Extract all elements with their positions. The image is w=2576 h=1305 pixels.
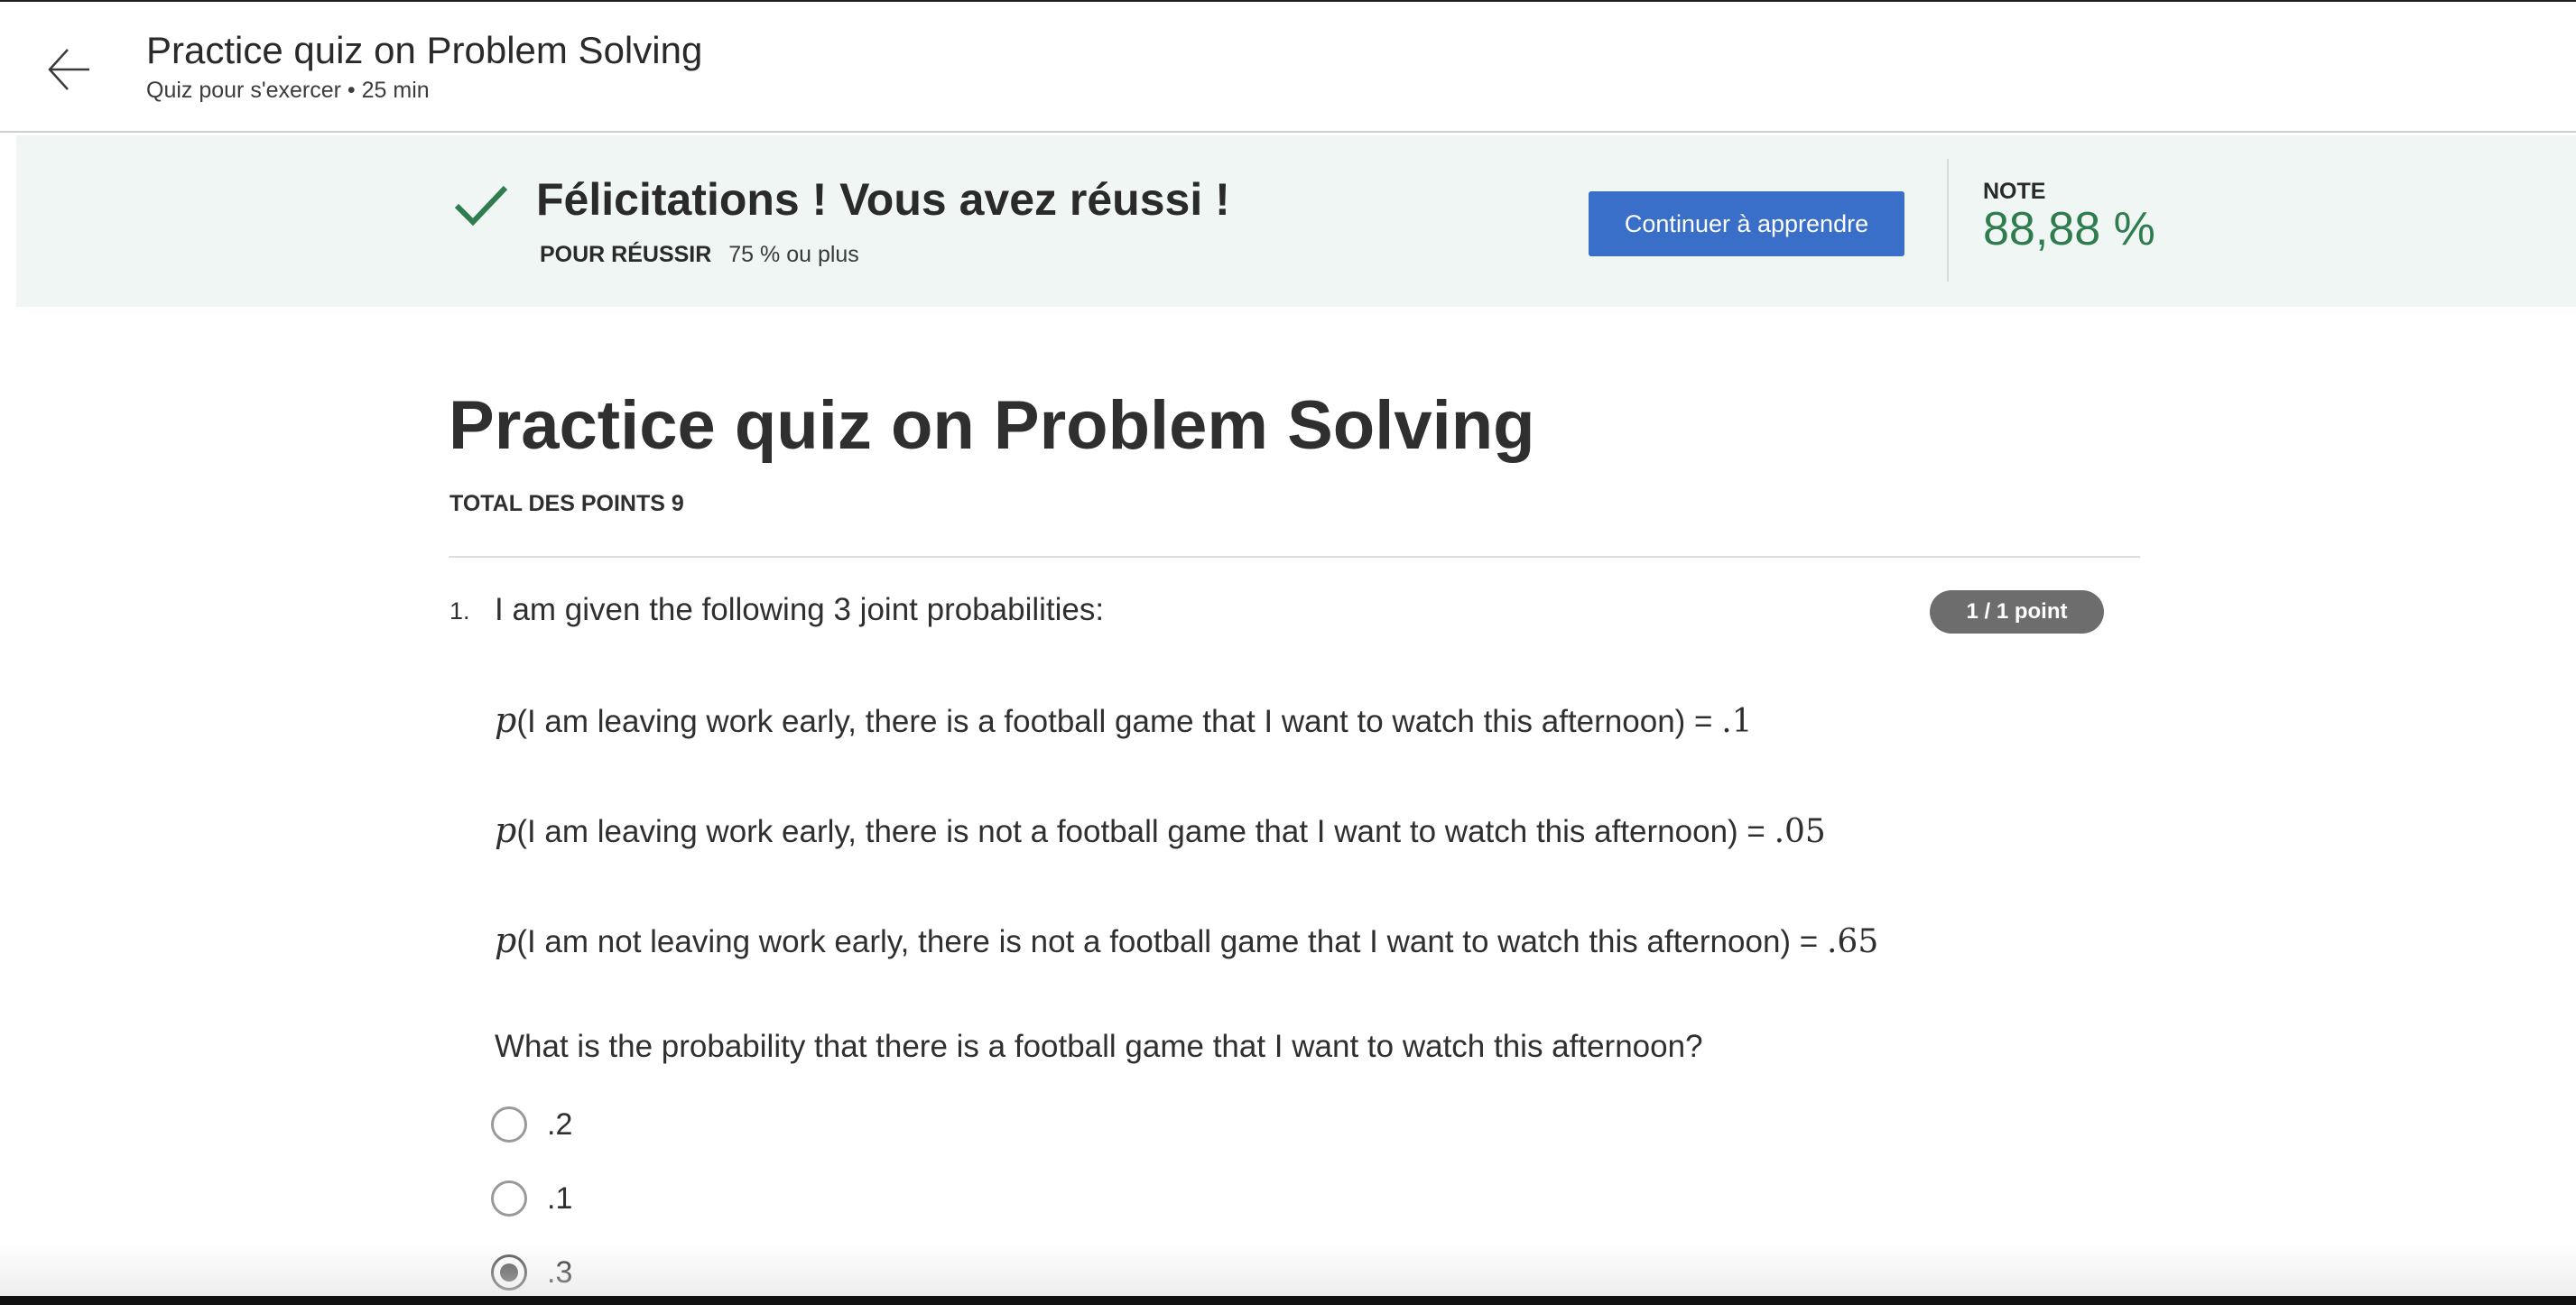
probability-symbol: p [495, 700, 517, 740]
check-icon [454, 185, 508, 227]
probability-symbol: p [495, 921, 517, 960]
quiz-title: Practice quiz on Problem Solving [449, 387, 1535, 464]
question-prompt: What is the probability that there is a … [495, 1029, 1703, 1064]
page-title: Practice quiz on Problem Solving [146, 29, 703, 71]
grade-value: 88,88 % [1983, 203, 2155, 255]
answer-option[interactable]: .1 [491, 1179, 572, 1218]
radio-button[interactable] [491, 1254, 527, 1291]
probability-value: .65 [1826, 923, 1879, 960]
option-label: .1 [547, 1180, 573, 1216]
section-divider [449, 556, 2140, 558]
grade-label: NOTE [1983, 179, 2046, 204]
probability-text: (I am leaving work early, there is not a… [516, 814, 1774, 849]
top-bar: Practice quiz on Problem Solving Quiz po… [0, 0, 2576, 133]
radio-button[interactable] [491, 1180, 527, 1217]
probability-value: .05 [1774, 813, 1826, 850]
probability-line: p(I am leaving work early, there is not … [495, 810, 1826, 850]
pass-value: 75 % ou plus [728, 242, 859, 267]
probability-value: .1 [1721, 703, 1753, 740]
answer-option[interactable]: .3 [491, 1253, 572, 1292]
total-points: TOTAL DES POINTS 9 [449, 491, 684, 516]
page-subtitle: Quiz pour s'exercer • 25 min [146, 78, 430, 103]
option-label: .2 [547, 1106, 573, 1142]
probability-line: p(I am leaving work early, there is a fo… [495, 700, 1753, 740]
probability-text: (I am leaving work early, there is a foo… [516, 704, 1722, 739]
pass-requirement: POUR RÉUSSIR 75 % ou plus [540, 242, 859, 268]
bottom-edge [0, 1296, 2576, 1305]
arrow-left-icon [48, 49, 89, 90]
probability-line: p(I am not leaving work early, there is … [495, 921, 1878, 960]
back-button[interactable] [38, 38, 101, 101]
points-badge: 1 / 1 point [1930, 590, 2104, 634]
banner-divider [1947, 159, 1949, 282]
question-intro: I am given the following 3 joint probabi… [495, 592, 1105, 627]
answer-option[interactable]: .2 [491, 1105, 572, 1144]
option-label: .3 [547, 1254, 573, 1290]
probability-text: (I am not leaving work early, there is n… [516, 924, 1827, 959]
continue-learning-button[interactable]: Continuer à apprendre [1589, 191, 1904, 256]
bottom-shadow [0, 1242, 2576, 1298]
radio-button[interactable] [491, 1106, 527, 1143]
result-banner [16, 135, 2576, 307]
question-number: 1. [449, 597, 470, 625]
probability-symbol: p [495, 810, 517, 850]
pass-label: POUR RÉUSSIR [540, 242, 712, 267]
result-title: Félicitations ! Vous avez réussi ! [536, 174, 1230, 225]
